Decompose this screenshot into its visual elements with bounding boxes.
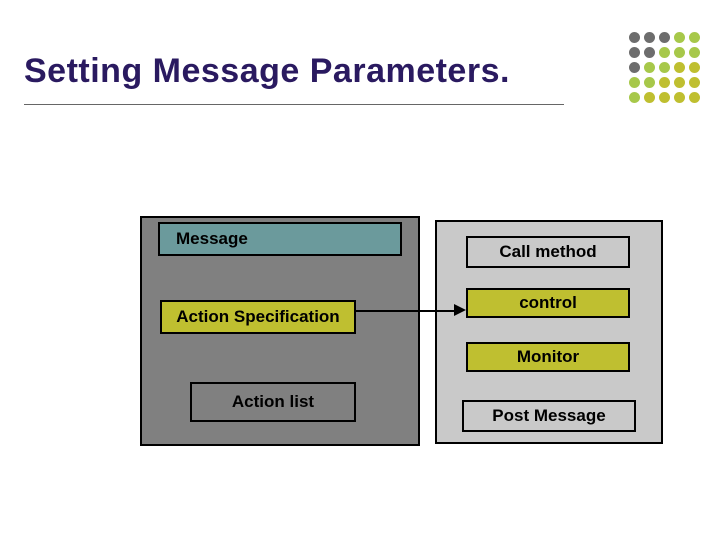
decor-dot xyxy=(629,47,640,58)
decor-dot xyxy=(629,92,640,103)
decor-dot xyxy=(644,77,655,88)
decor-dot xyxy=(629,77,640,88)
action-specification-box: Action Specification xyxy=(160,300,356,334)
decor-dot xyxy=(674,47,685,58)
decor-dot xyxy=(689,92,700,103)
arrow-head-icon xyxy=(454,304,466,316)
decor-dot xyxy=(659,92,670,103)
decor-dot xyxy=(659,77,670,88)
decor-dot xyxy=(674,32,685,43)
decor-dot xyxy=(644,32,655,43)
decor-dot xyxy=(674,77,685,88)
action-list-box: Action list xyxy=(190,382,356,422)
monitor-box: Monitor xyxy=(466,342,630,372)
control-box: control xyxy=(466,288,630,318)
decor-dot xyxy=(689,32,700,43)
decor-dot xyxy=(689,77,700,88)
decor-dot xyxy=(644,92,655,103)
decor-dot xyxy=(689,47,700,58)
arrow-line xyxy=(356,310,456,312)
message-box: Message xyxy=(158,222,402,256)
dot-grid-decor xyxy=(627,30,702,105)
decor-dot xyxy=(659,62,670,73)
decor-dot xyxy=(659,32,670,43)
slide-title: Setting Message Parameters. xyxy=(24,52,510,91)
decor-dot xyxy=(644,47,655,58)
decor-dot xyxy=(674,92,685,103)
decor-dot xyxy=(629,62,640,73)
call-method-box: Call method xyxy=(466,236,630,268)
title-underline xyxy=(24,104,564,105)
post-message-box: Post Message xyxy=(462,400,636,432)
decor-dot xyxy=(689,62,700,73)
decor-dot xyxy=(674,62,685,73)
decor-dot xyxy=(659,47,670,58)
decor-dot xyxy=(644,62,655,73)
decor-dot xyxy=(629,32,640,43)
